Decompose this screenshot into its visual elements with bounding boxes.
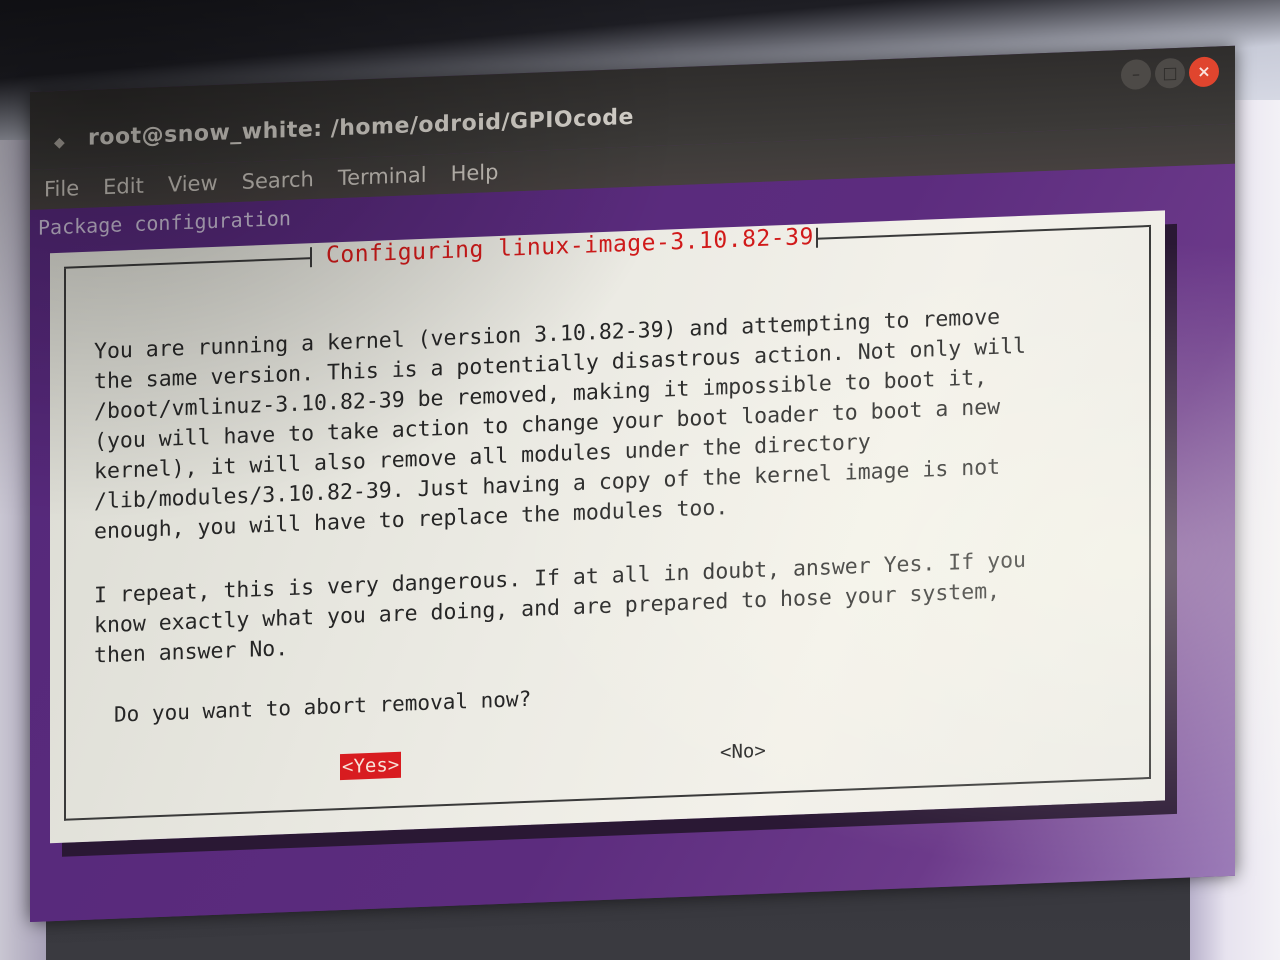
terminal-icon: ◆ xyxy=(54,134,65,152)
package-configuration-header: Package configuration xyxy=(38,205,291,240)
screen: ◆ root@snow_white: /home/odroid/GPIOcode… xyxy=(0,0,1280,960)
dialog-paragraph-warning: You are running a kernel (version 3.10.8… xyxy=(94,304,1026,545)
close-icon[interactable]: × xyxy=(1189,56,1219,88)
terminal-area[interactable]: Package configuration Configuring linux-… xyxy=(30,163,1235,923)
window-title: root@snow_white: /home/odroid/GPIOcode xyxy=(88,104,634,151)
menu-edit[interactable]: Edit xyxy=(103,174,144,200)
debconf-dialog: Configuring linux-image-3.10.82-39 You a… xyxy=(50,210,1165,844)
window-controls: – □ × xyxy=(1121,56,1219,91)
minimize-icon[interactable]: – xyxy=(1121,58,1151,91)
menu-file[interactable]: File xyxy=(44,176,79,201)
dialog-frame-tick-right xyxy=(816,227,818,248)
yes-button[interactable]: <Yes> xyxy=(340,751,402,781)
maximize-icon[interactable]: □ xyxy=(1155,57,1185,89)
terminal-window: ◆ root@snow_white: /home/odroid/GPIOcode… xyxy=(30,45,1235,923)
menu-terminal[interactable]: Terminal xyxy=(338,163,427,190)
menu-help[interactable]: Help xyxy=(451,160,499,186)
menu-search[interactable]: Search xyxy=(242,167,314,194)
dialog-frame-tick-left xyxy=(310,247,312,268)
no-button[interactable]: <No> xyxy=(720,738,766,766)
menu-view[interactable]: View xyxy=(168,171,218,197)
